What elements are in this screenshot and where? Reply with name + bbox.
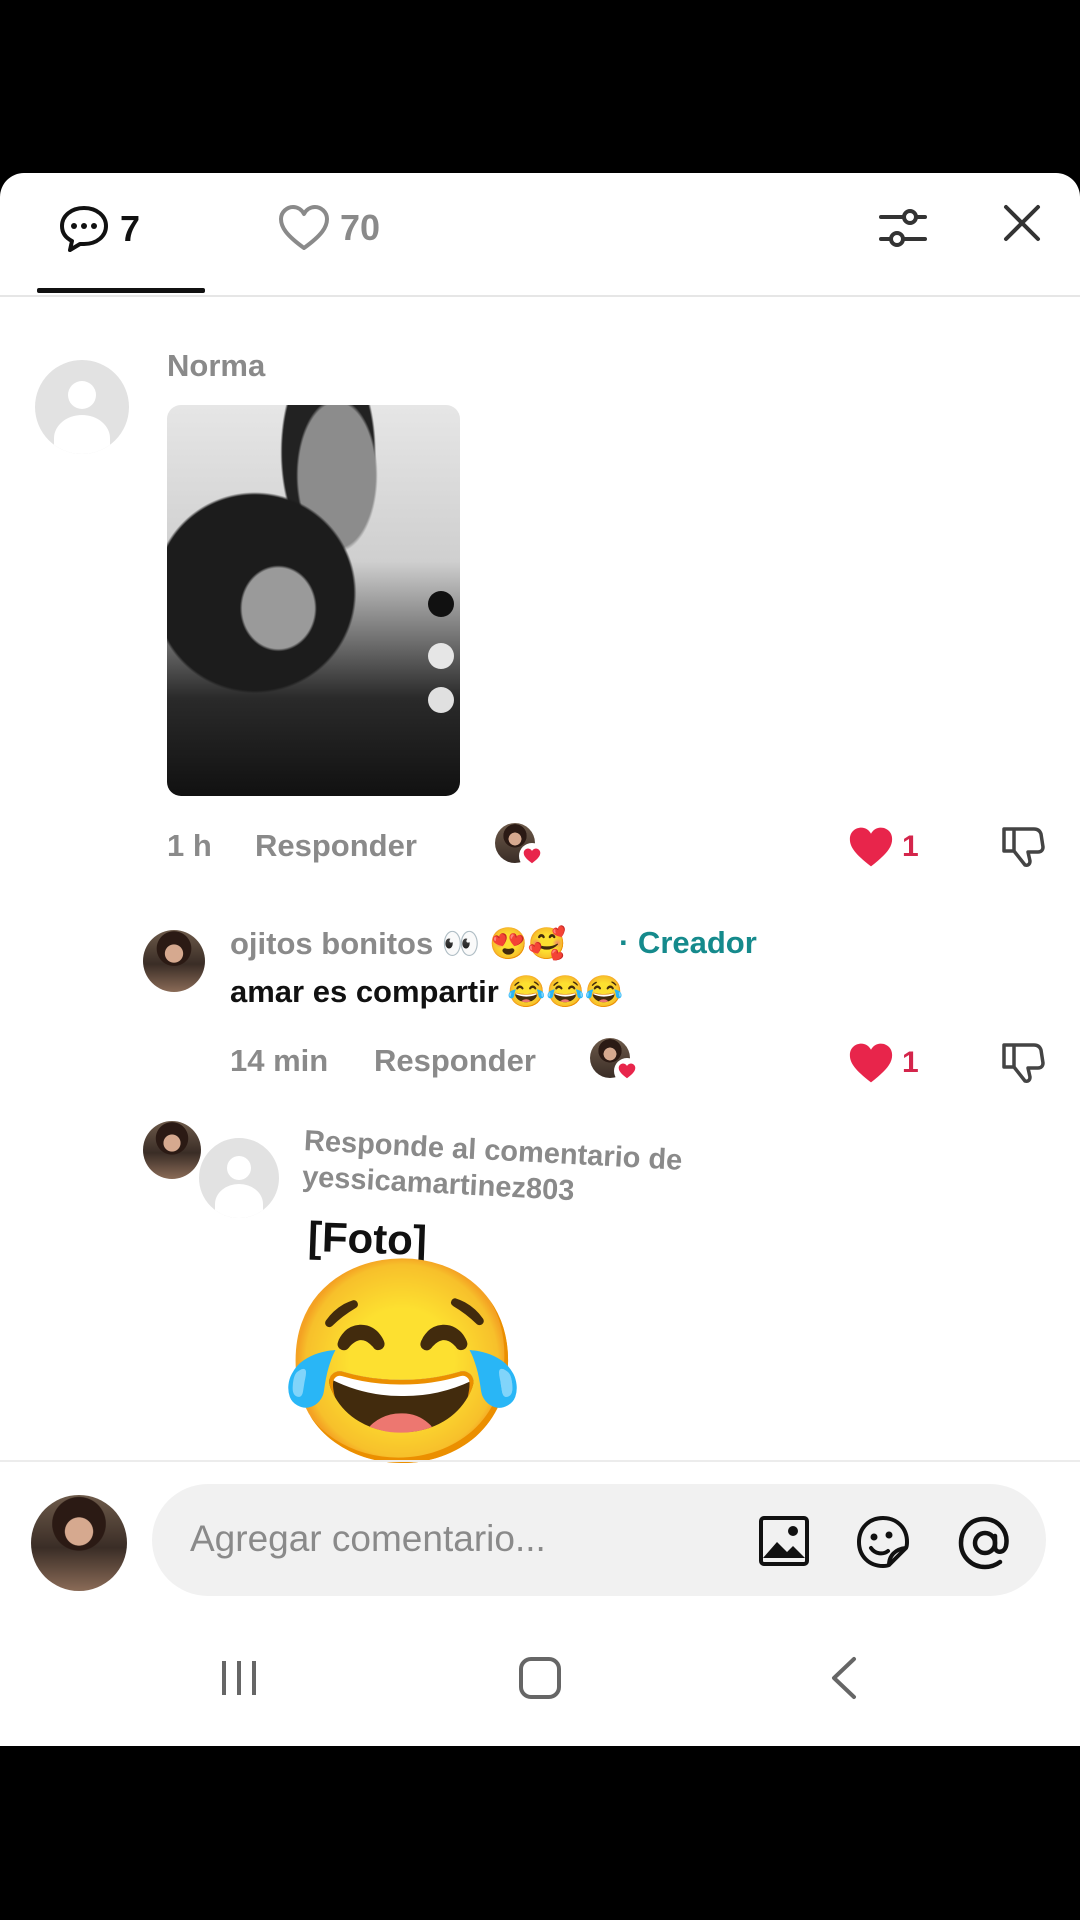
filter-icon[interactable] (878, 203, 928, 253)
comments-header: 7 70 (0, 173, 1080, 297)
photo-profile-dot (428, 591, 454, 617)
heart-filled-icon (849, 827, 893, 867)
like-count: 1 (902, 830, 919, 863)
comment-input-bar: Agregar comentario... (0, 1460, 1080, 1602)
reply-card-title: Responde al comentario de yessicamartine… (301, 1124, 684, 1208)
reply-button[interactable]: Responder (374, 1043, 536, 1079)
comment-icon (60, 206, 108, 252)
mention-icon[interactable] (956, 1514, 1014, 1572)
dislike-icon[interactable] (1000, 823, 1046, 869)
avatar[interactable] (35, 360, 129, 454)
avatar[interactable] (143, 930, 205, 992)
likes-count: 70 (340, 207, 381, 248)
reply-button[interactable]: Responder (255, 828, 417, 864)
avatar (143, 1121, 201, 1179)
comment-photo[interactable] (167, 405, 460, 796)
heart-filled-icon (849, 1043, 893, 1083)
photo-comment-dot (428, 687, 454, 713)
laughing-emoji: 😂 (278, 1251, 528, 1474)
comments-sheet: 7 70 Norma 1 h Responder 1 ojitos bonito… (0, 173, 1080, 1746)
creator-liked-avatar (590, 1038, 640, 1084)
close-icon[interactable] (1002, 203, 1042, 243)
home-icon[interactable] (515, 1653, 565, 1703)
back-icon[interactable] (820, 1653, 870, 1703)
dislike-icon[interactable] (1000, 1039, 1046, 1085)
like-button[interactable]: 1 (848, 1041, 919, 1085)
creator-badge: · Creador (619, 925, 757, 960)
comments-count: 7 (120, 208, 141, 249)
sticker-icon[interactable] (855, 1514, 911, 1570)
heart-icon (279, 205, 329, 250)
comment-time: 1 h (167, 828, 212, 863)
my-avatar (31, 1495, 127, 1591)
avatar (196, 1135, 282, 1221)
reply-preview-card[interactable]: Responde al comentario de yessicamartine… (140, 1121, 840, 1463)
tab-comments[interactable]: 7 (58, 203, 140, 255)
active-tab-indicator (37, 288, 205, 293)
image-icon[interactable] (757, 1514, 811, 1568)
comment-username[interactable]: Norma (167, 348, 265, 384)
recents-icon[interactable] (214, 1653, 264, 1703)
reply-username[interactable]: ojitos bonitos 👀 😍🥰 (230, 925, 566, 962)
creator-liked-avatar (495, 823, 545, 869)
reply-text: amar es compartir 😂😂😂 (230, 974, 624, 1009)
system-nav-bar (0, 1627, 1080, 1746)
like-count: 1 (902, 1046, 919, 1079)
comment-input-placeholder: Agregar comentario... (190, 1518, 546, 1559)
photo-heart-dot (428, 643, 454, 669)
like-button[interactable]: 1 (848, 825, 919, 869)
comment-input[interactable]: Agregar comentario... (152, 1484, 1046, 1596)
reply-time: 14 min (230, 1043, 329, 1078)
tab-likes[interactable]: 70 (278, 203, 380, 253)
